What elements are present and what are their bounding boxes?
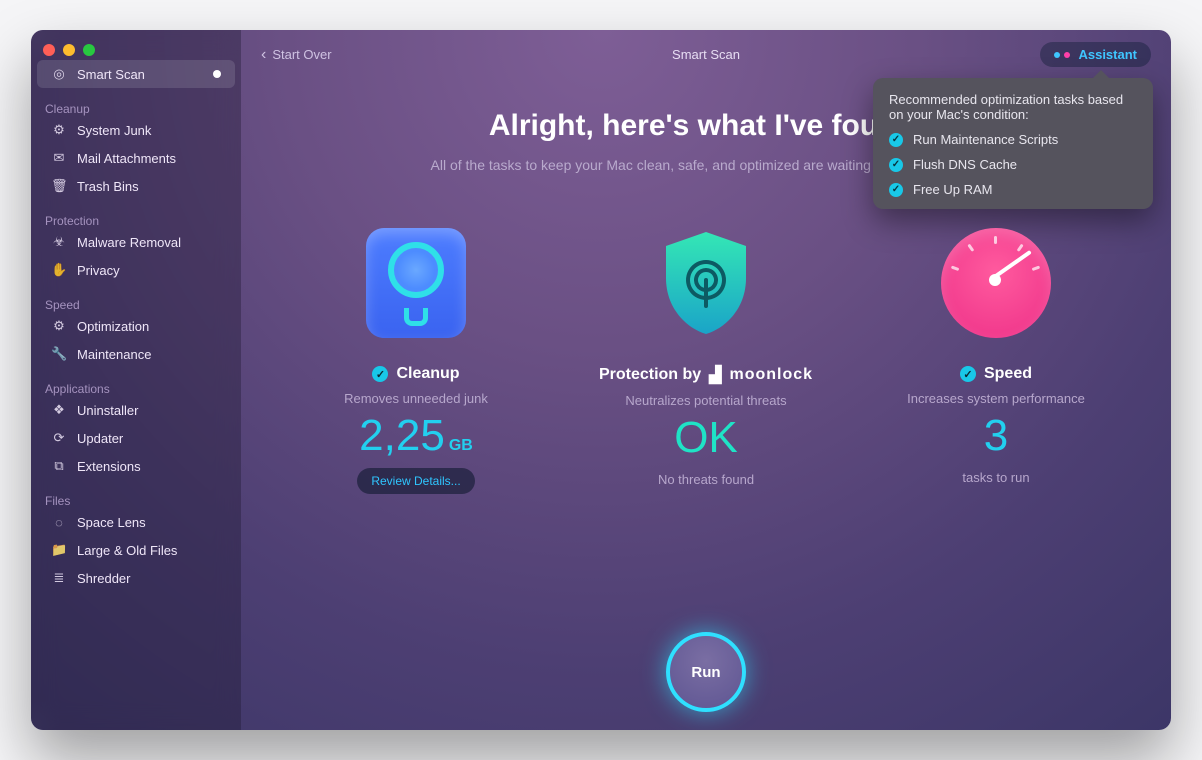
sidebar-item-label: Optimization — [77, 319, 149, 334]
assistant-button[interactable]: Assistant — [1040, 42, 1151, 67]
sidebar-item-maintenance[interactable]: 🔧 Maintenance — [37, 340, 235, 368]
sidebar-item-label: Shredder — [77, 571, 130, 586]
gauge-icon — [936, 223, 1056, 343]
sidebar-item-system-junk[interactable]: ⚙ System Junk — [37, 116, 235, 144]
sidebar-item-label: Smart Scan — [77, 67, 145, 82]
tooltip-heading: Recommended optimization tasks based on … — [889, 92, 1137, 122]
sidebar-item-malware-removal[interactable]: ☣ Malware Removal — [37, 228, 235, 256]
sidebar-section-header: Speed — [31, 292, 241, 312]
gear-icon: ⚙ — [51, 122, 67, 138]
run-button[interactable]: Run — [666, 632, 746, 712]
protection-card: Protection by ▟ moonlock Neutralizes pot… — [571, 223, 841, 494]
sidebar-item-optimization[interactable]: ⚙ Optimization — [37, 312, 235, 340]
assistant-dots-icon — [1054, 52, 1070, 58]
puzzle-icon: ❖ — [51, 402, 67, 418]
check-icon: ✓ — [889, 133, 903, 147]
folder-icon: 📁 — [51, 542, 67, 558]
speed-value: 3 — [861, 414, 1131, 458]
sidebar-item-label: Space Lens — [77, 515, 146, 530]
review-details-button[interactable]: Review Details... — [357, 468, 474, 494]
speed-status: tasks to run — [861, 470, 1131, 485]
sidebar-item-mail-attachments[interactable]: ✉ Mail Attachments — [37, 144, 235, 172]
chevron-left-icon: ‹ — [261, 47, 266, 63]
sidebar-section-header: Protection — [31, 208, 241, 228]
sidebar-item-updater[interactable]: ⟳ Updater — [37, 424, 235, 452]
sidebar-item-label: Malware Removal — [77, 235, 181, 250]
drive-icon — [356, 223, 476, 343]
assistant-tooltip: Recommended optimization tasks based on … — [873, 78, 1153, 209]
sliders-icon: ⚙ — [51, 318, 67, 334]
cleanup-sub: Removes unneeded junk — [281, 391, 551, 406]
sidebar-item-space-lens[interactable]: ◌ Space Lens — [37, 508, 235, 536]
results-row: ✓ Cleanup Removes unneeded junk 2,25GB R… — [281, 223, 1131, 494]
assistant-label: Assistant — [1078, 47, 1137, 62]
check-icon: ✓ — [960, 366, 976, 382]
sidebar-section-header: Files — [31, 488, 241, 508]
moonlock-logo-icon: ▟ — [709, 365, 721, 385]
sidebar-item-trash-bins[interactable]: 🗑 Trash Bins — [37, 172, 235, 200]
sidebar-item-label: Uninstaller — [77, 403, 138, 418]
hand-icon: ✋ — [51, 262, 67, 278]
speed-sub: Increases system performance — [861, 391, 1131, 406]
protection-title: Protection by ▟ moonlock — [571, 365, 841, 385]
plugin-icon: ⧉ — [51, 458, 67, 474]
sidebar-item-large-old-files[interactable]: 📁 Large & Old Files — [37, 536, 235, 564]
sidebar-section-header: Applications — [31, 376, 241, 396]
sidebar-item-label: Maintenance — [77, 347, 151, 362]
sidebar-item-label: Trash Bins — [77, 179, 139, 194]
sidebar-item-smart-scan[interactable]: ◎ Smart Scan — [37, 60, 235, 88]
sidebar-item-label: Extensions — [77, 459, 141, 474]
protection-sub: Neutralizes potential threats — [571, 393, 841, 408]
minimize-window-button[interactable] — [63, 44, 75, 56]
cleanup-value: 2,25GB — [281, 414, 551, 458]
shield-icon — [646, 223, 766, 343]
wrench-icon: 🔧 — [51, 346, 67, 362]
check-icon: ✓ — [372, 366, 388, 382]
tooltip-item: ✓ Run Maintenance Scripts — [889, 132, 1137, 147]
lens-icon: ◌ — [51, 515, 67, 530]
tooltip-item: ✓ Free Up RAM — [889, 182, 1137, 197]
sidebar-item-label: System Junk — [77, 123, 151, 138]
window-controls — [31, 34, 241, 60]
zoom-window-button[interactable] — [83, 44, 95, 56]
back-button[interactable]: ‹ Start Over — [261, 47, 332, 63]
sidebar-item-label: Mail Attachments — [77, 151, 176, 166]
sidebar-item-shredder[interactable]: ≣ Shredder — [37, 564, 235, 592]
main-panel: ‹ Start Over Smart Scan Assistant Recomm… — [241, 30, 1171, 730]
sidebar-item-uninstaller[interactable]: ❖ Uninstaller — [37, 396, 235, 424]
radar-icon: ◎ — [51, 66, 67, 82]
protection-value: OK — [571, 416, 841, 460]
close-window-button[interactable] — [43, 44, 55, 56]
status-dot-icon — [213, 70, 221, 78]
app-window: ◎ Smart Scan Cleanup ⚙ System Junk ✉ Mail Atta… — [31, 30, 1171, 730]
protection-status: No threats found — [571, 472, 841, 487]
mail-icon: ✉ — [51, 150, 67, 166]
speed-card: ✓ Speed Increases system performance 3 t… — [861, 223, 1131, 494]
sidebar-item-label: Privacy — [77, 263, 120, 278]
trash-icon: 🗑 — [51, 178, 67, 194]
shredder-icon: ≣ — [51, 570, 67, 586]
speed-title: Speed — [984, 365, 1032, 383]
sidebar-section-header: Cleanup — [31, 96, 241, 116]
back-label: Start Over — [272, 47, 331, 62]
biohazard-icon: ☣ — [51, 234, 67, 250]
page-title: Smart Scan — [672, 47, 740, 62]
sidebar-item-extensions[interactable]: ⧉ Extensions — [37, 452, 235, 480]
refresh-icon: ⟳ — [51, 430, 67, 446]
check-icon: ✓ — [889, 183, 903, 197]
cleanup-title: Cleanup — [396, 365, 459, 383]
sidebar-item-label: Updater — [77, 431, 123, 446]
check-icon: ✓ — [889, 158, 903, 172]
tooltip-item: ✓ Flush DNS Cache — [889, 157, 1137, 172]
top-bar: ‹ Start Over Smart Scan Assistant — [241, 30, 1171, 79]
cleanup-card: ✓ Cleanup Removes unneeded junk 2,25GB R… — [281, 223, 551, 494]
sidebar-item-privacy[interactable]: ✋ Privacy — [37, 256, 235, 284]
sidebar: ◎ Smart Scan Cleanup ⚙ System Junk ✉ Mail Atta… — [31, 30, 241, 730]
sidebar-item-label: Large & Old Files — [77, 543, 177, 558]
